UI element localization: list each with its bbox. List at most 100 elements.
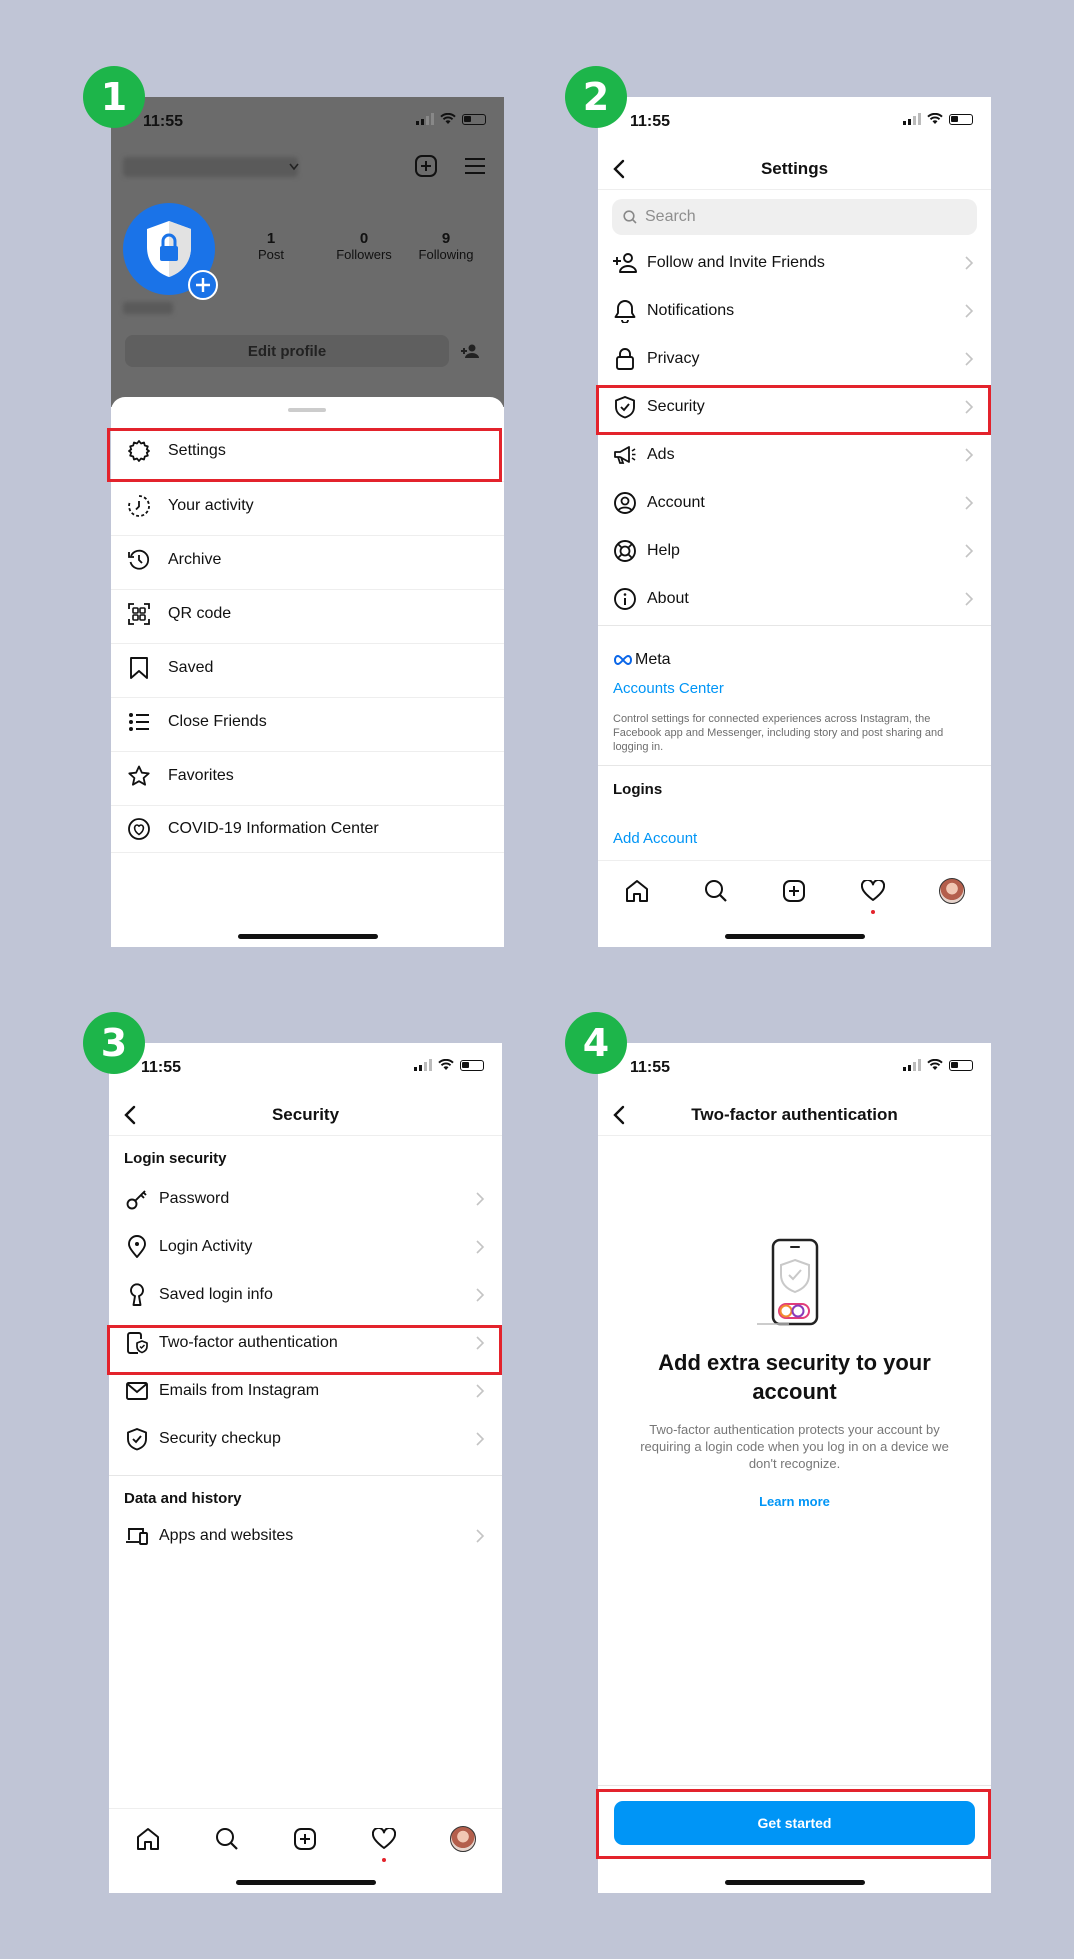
settings-item-follow-invite[interactable]: Follow and Invite Friends [598, 239, 991, 287]
chevron-right-icon [476, 1384, 485, 1398]
stat-posts-label: Post [257, 247, 284, 262]
notification-dot [382, 1857, 387, 1862]
search-tab-icon[interactable] [701, 876, 731, 906]
step-badge-1: 1 [83, 66, 145, 128]
settings-item-about[interactable]: About [598, 575, 991, 623]
stat-posts[interactable]: 1 Post [246, 230, 296, 262]
menu-item-favorites[interactable]: Favorites [111, 751, 504, 799]
key-icon [123, 1185, 151, 1213]
phone-shield-illustration [757, 1238, 819, 1326]
menu-item-covid-info[interactable]: COVID-19 Information Center [111, 805, 504, 853]
stat-followers-count: 0 [359, 230, 369, 247]
menu-item-archive[interactable]: Archive [111, 535, 504, 583]
home-tab-icon[interactable] [133, 1824, 163, 1854]
stat-posts-count: 1 [266, 230, 276, 247]
hamburger-menu-icon[interactable] [464, 157, 486, 175]
status-bar: 11:55 [598, 1043, 991, 1093]
status-time: 11:55 [141, 1059, 182, 1076]
lock-icon [611, 345, 639, 373]
chevron-right-icon [476, 1529, 485, 1543]
security-item-password[interactable]: Password [109, 1175, 502, 1223]
menu-item-label: QR code [168, 604, 232, 622]
account-icon [611, 489, 639, 517]
chevron-right-icon [965, 448, 974, 462]
activity-tab-icon[interactable] [369, 1824, 399, 1862]
add-person-icon [611, 249, 639, 277]
new-post-icon[interactable] [414, 154, 438, 178]
page-title: Two-factor authentication [691, 1105, 898, 1124]
chevron-right-icon [476, 1240, 485, 1254]
location-pin-icon [123, 1233, 151, 1261]
settings-item-label: Notifications [647, 302, 735, 319]
create-tab-icon[interactable] [779, 876, 809, 906]
search-placeholder: Search [645, 208, 696, 225]
security-item-login-activity[interactable]: Login Activity [109, 1223, 502, 1271]
signal-icon [416, 113, 434, 125]
accounts-center-link[interactable]: Accounts Center [613, 680, 724, 697]
menu-item-label: Archive [168, 550, 222, 568]
menu-item-close-friends[interactable]: Close Friends [111, 697, 504, 745]
shield-lock-icon [147, 221, 191, 277]
add-story-icon[interactable] [188, 270, 218, 300]
menu-item-saved[interactable]: Saved [111, 643, 504, 691]
step-badge-2: 2 [565, 66, 627, 128]
stat-following[interactable]: 9 Following [411, 230, 481, 262]
search-icon [623, 210, 637, 224]
chevron-right-icon [476, 1192, 485, 1206]
learn-more-link[interactable]: Learn more [598, 1494, 991, 1509]
section-heading-data-history: Data and history [124, 1490, 242, 1507]
bottom-tab-bar [598, 860, 991, 920]
discover-people-icon[interactable] [461, 343, 479, 359]
battery-icon [949, 1059, 973, 1071]
screen-settings: 11:55 Settings Search Follow and Invite … [598, 97, 991, 947]
security-item-label: Apps and websites [159, 1527, 294, 1544]
security-item-apps-websites[interactable]: Apps and websites [109, 1512, 502, 1560]
security-item-checkup[interactable]: Security checkup [109, 1415, 502, 1463]
security-nav: Security [109, 1093, 502, 1139]
chevron-right-icon [965, 544, 974, 558]
activity-tab-icon[interactable] [858, 876, 888, 914]
wifi-icon [927, 1059, 943, 1070]
covid-info-icon [125, 815, 153, 843]
stat-followers[interactable]: 0 Followers [331, 230, 397, 262]
accounts-center-description: Control settings for connected experienc… [613, 713, 944, 753]
sheet-handle[interactable] [288, 408, 326, 412]
edit-profile-button[interactable]: Edit profile [125, 335, 449, 367]
lifebuoy-icon [611, 537, 639, 565]
search-tab-icon[interactable] [212, 1824, 242, 1854]
settings-item-privacy[interactable]: Privacy [598, 335, 991, 383]
settings-item-ads[interactable]: Ads [598, 431, 991, 479]
activity-icon [125, 492, 153, 520]
security-item-saved-login-info[interactable]: Saved login info [109, 1271, 502, 1319]
chevron-right-icon [965, 256, 974, 270]
settings-item-notifications[interactable]: Notifications [598, 287, 991, 335]
devices-icon [123, 1522, 151, 1550]
highlight-settings [107, 428, 502, 482]
create-tab-icon[interactable] [290, 1824, 320, 1854]
home-tab-icon[interactable] [622, 876, 652, 906]
mail-icon [123, 1377, 151, 1405]
qr-code-icon [125, 600, 153, 628]
menu-item-qr-code[interactable]: QR code [111, 589, 504, 637]
security-item-label: Password [159, 1190, 230, 1207]
profile-tab-avatar[interactable] [448, 1824, 478, 1854]
home-indicator [237, 934, 378, 939]
status-bar: 11:55 [111, 97, 504, 147]
section-heading-login-security: Login security [124, 1150, 227, 1167]
menu-item-label: Saved [168, 658, 214, 676]
bell-icon [611, 297, 639, 325]
home-indicator [724, 1880, 865, 1885]
settings-item-label: Ads [647, 446, 675, 463]
bookmark-icon [125, 654, 153, 682]
profile-tab-avatar[interactable] [937, 876, 967, 906]
settings-item-account[interactable]: Account [598, 479, 991, 527]
add-account-link[interactable]: Add Account [613, 830, 697, 847]
chevron-down-icon[interactable] [289, 163, 299, 171]
settings-item-help[interactable]: Help [598, 527, 991, 575]
home-indicator [724, 934, 865, 939]
menu-item-your-activity[interactable]: Your activity [111, 481, 504, 529]
menu-item-label: Close Friends [168, 712, 267, 730]
chevron-right-icon [476, 1432, 485, 1446]
battery-icon [460, 1059, 484, 1071]
search-field[interactable]: Search [612, 199, 977, 235]
